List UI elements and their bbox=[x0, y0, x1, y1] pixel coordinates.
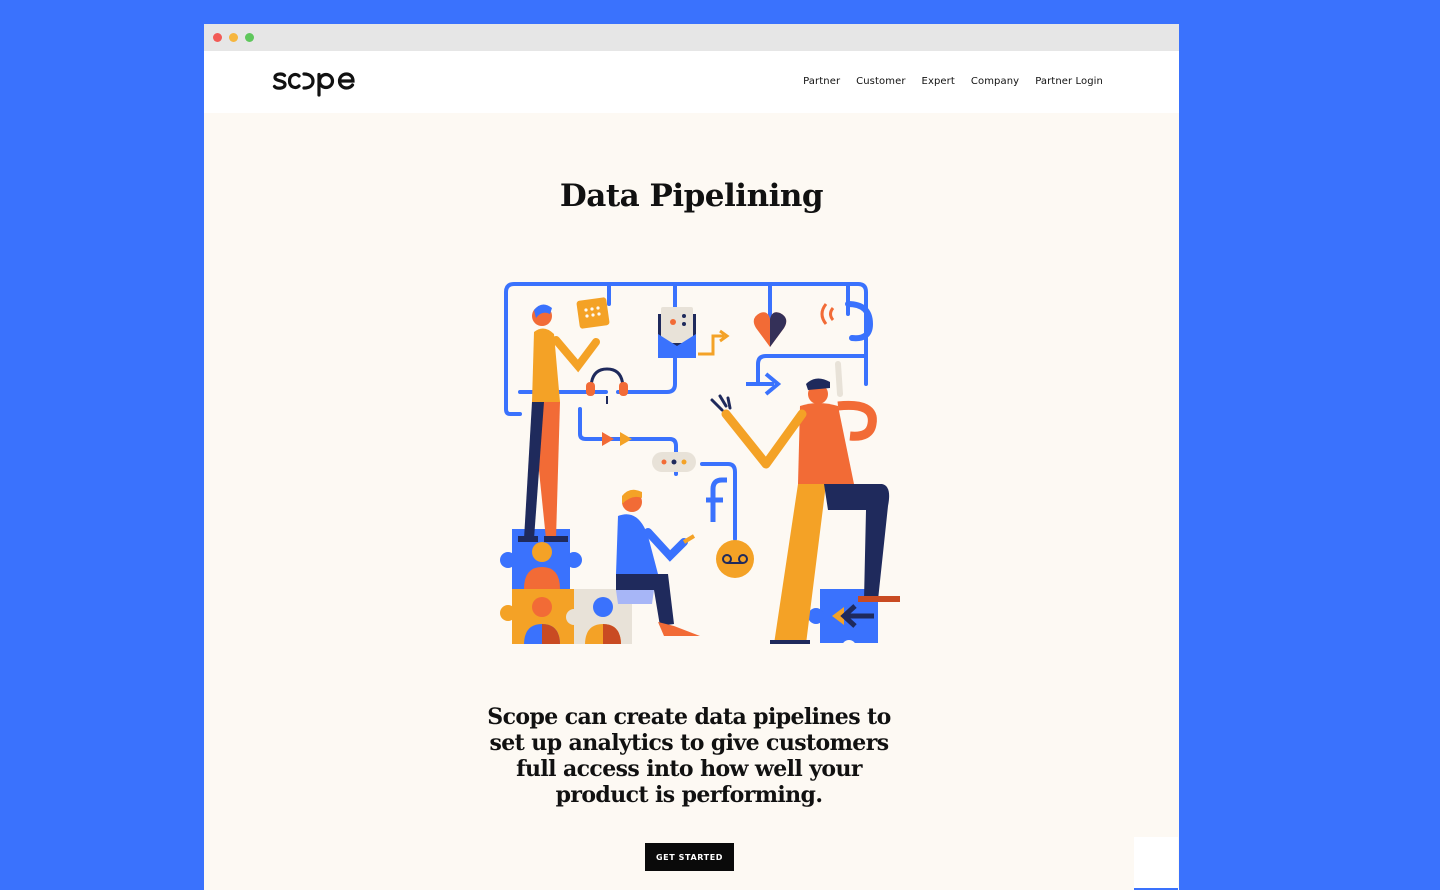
nav-link-customer[interactable]: Customer bbox=[856, 76, 905, 87]
get-started-button[interactable]: GET STARTED bbox=[645, 843, 734, 871]
minimize-window-button[interactable] bbox=[229, 33, 238, 42]
browser-window: Partner Customer Expert Company Partner … bbox=[204, 24, 1179, 890]
chat-bubble-icon bbox=[652, 452, 696, 472]
voicemail-icon bbox=[716, 540, 754, 578]
nav-link-partner-login[interactable]: Partner Login bbox=[1035, 76, 1103, 87]
arrow-right-icon bbox=[746, 372, 782, 396]
scope-logo[interactable] bbox=[271, 65, 361, 97]
headset-icon bbox=[586, 367, 628, 404]
man-with-megaphone bbox=[710, 361, 900, 644]
data-pipeline-illustration bbox=[500, 282, 900, 644]
nav-link-company[interactable]: Company bbox=[971, 76, 1019, 87]
facebook-icon bbox=[706, 477, 727, 522]
nav-link-expert[interactable]: Expert bbox=[922, 76, 955, 87]
window-titlebar bbox=[204, 24, 1179, 51]
maximize-window-button[interactable] bbox=[245, 33, 254, 42]
close-window-button[interactable] bbox=[213, 33, 222, 42]
page-title: Data Pipelining bbox=[559, 178, 824, 214]
hero-description: Scope can create data pipelines to set u… bbox=[487, 704, 891, 808]
site-header: Partner Customer Expert Company Partner … bbox=[204, 51, 1179, 113]
nav-link-partner[interactable]: Partner bbox=[803, 76, 840, 87]
envelope-icon bbox=[658, 307, 730, 358]
corner-badge bbox=[1134, 837, 1178, 890]
puzzle-stack-left bbox=[500, 529, 632, 644]
calendar-icon bbox=[576, 297, 610, 329]
woman-with-calendar bbox=[518, 304, 600, 542]
main-nav: Partner Customer Expert Company Partner … bbox=[803, 76, 1103, 87]
